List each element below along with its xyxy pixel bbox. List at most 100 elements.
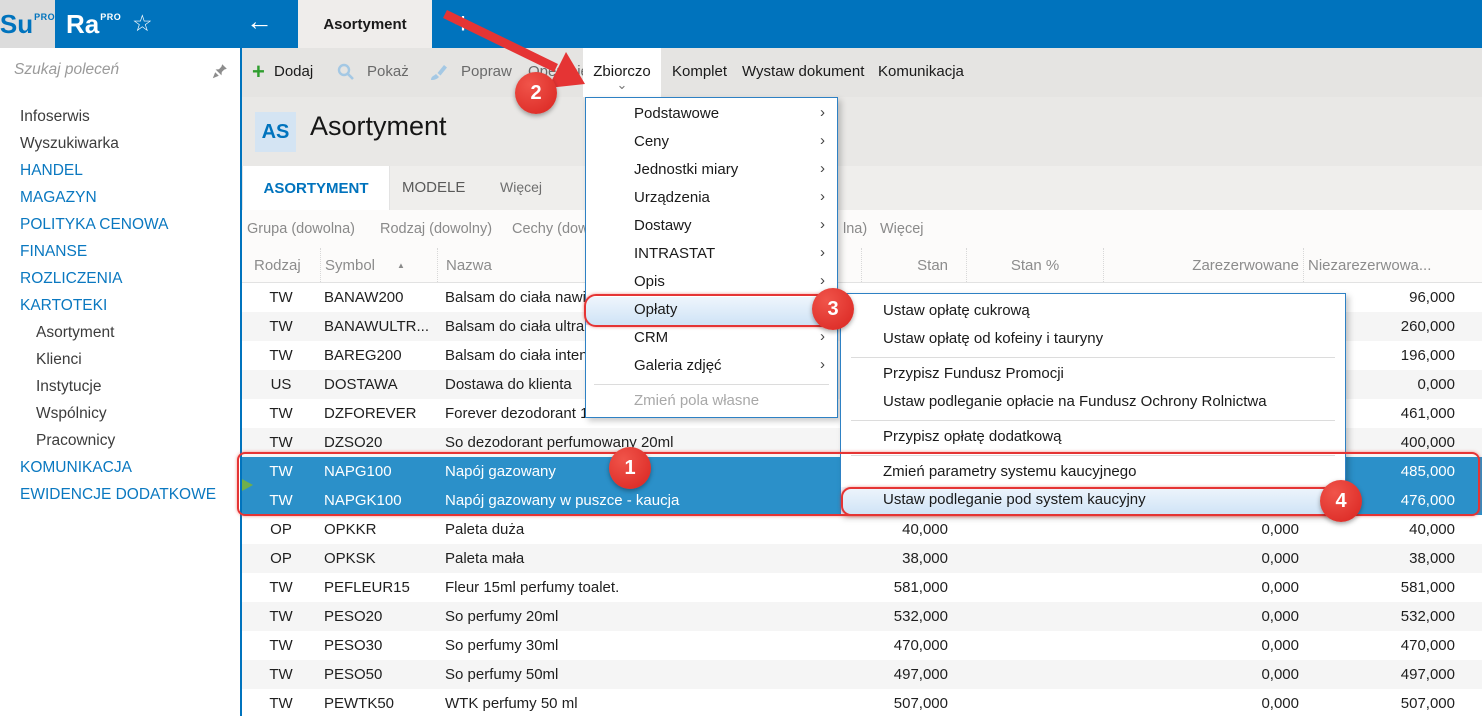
column-stan-pct[interactable]: Stan % [966,248,1103,282]
submenu-item-fundusz-promocji[interactable]: Przypisz Fundusz Promocji [841,361,1345,389]
cell-stan: 507,000 [861,695,966,712]
table-row[interactable]: OPOPKKRPaleta duża40,0000,00040,000 [242,515,1482,544]
sidebar-item-klienci[interactable]: Klienci [0,346,240,373]
sidebar-item-asortyment[interactable]: Asortyment [0,319,240,346]
table-row[interactable]: TWPEFLEUR15Fleur 15ml perfumy toalet.581… [242,573,1482,602]
cell-rodzaj: TW [242,434,320,451]
cell-niezarezerwowane: 581,000 [1303,579,1482,596]
cell-nazwa: So perfumy 20ml [437,608,861,625]
cell-rodzaj: TW [242,318,320,335]
submenu-arrow-icon: › [820,132,825,149]
cell-symbol: PEFLEUR15 [320,579,437,596]
column-rodzaj[interactable]: Rodzaj [242,248,320,282]
bulk-button[interactable]: Zbiorczo ⌄ [583,48,661,97]
menu-item-urzadzenia[interactable]: Urządzenia› [586,185,837,213]
filter-partial[interactable]: lna) [843,221,867,237]
communication-button[interactable]: Komunikacja [878,63,964,80]
menu-item-oplaty[interactable]: Opłaty› [586,297,837,325]
sidebar-item-handel[interactable]: HANDEL [0,157,240,184]
cell-symbol: BAREG200 [320,347,437,364]
submenu-arrow-icon: › [820,244,825,261]
column-zarezerwowane[interactable]: Zarezerwowane [1103,248,1303,282]
tab-asortyment[interactable]: ASORTYMENT [242,166,390,210]
sidebar-item-instytucje[interactable]: Instytucje [0,373,240,400]
new-tab-button[interactable]: + [432,0,494,48]
back-arrow-icon[interactable]: ← [246,6,273,37]
add-button[interactable]: Dodaj [274,63,313,80]
column-symbol[interactable]: Symbol ▲ [320,248,437,282]
cell-zarezerwowane: 0,000 [1103,579,1303,596]
menu-item-opis[interactable]: Opis› [586,269,837,297]
table-row[interactable]: TWPEWTK50WTK perfumy 50 ml507,0000,00050… [242,689,1482,716]
open-tab-asortyment[interactable]: Asortyment [298,0,432,48]
cell-rodzaj: US [242,376,320,393]
favorites-star-icon[interactable]: ☆ [132,10,153,37]
view-tabs: ASORTYMENT MODELE Więcej [242,166,1482,210]
filter-rodzaj[interactable]: Rodzaj (dowolny) [380,221,492,237]
sidebar-item-pracownicy[interactable]: Pracownicy [0,427,240,454]
cell-nazwa: Paleta duża [437,521,861,538]
filter-grupa[interactable]: Grupa (dowolna) [247,221,355,237]
search-input[interactable]: Szukaj poleceń [14,61,119,79]
submenu-item-oplata-dodatkowa[interactable]: Przypisz opłatę dodatkową [841,424,1345,452]
menu-item-zmien-pola-wlasne: Zmień pola własne [586,388,837,416]
submenu-item-kofeina-tauryna[interactable]: Ustaw opłatę od kofeiny i tauryny [841,326,1345,354]
sidebar-item-rozliczenia[interactable]: ROZLICZENIA [0,265,240,292]
column-stan[interactable]: Stan [861,248,966,282]
sidebar-item-wspolnicy[interactable]: Wspólnicy [0,400,240,427]
sidebar-item-wyszukiwarka[interactable]: Wyszukiwarka [0,130,240,157]
submenu-item-parametry-kaucyjnego[interactable]: Zmień parametry systemu kaucyjnego [841,459,1345,487]
sidebar-item-ewidencje-dodatkowe[interactable]: EWIDENCJE DODATKOWE [0,481,240,508]
add-icon: + [252,59,265,85]
sidebar-item-magazyn[interactable]: MAGAZYN [0,184,240,211]
menu-item-galeria-zdjec[interactable]: Galeria zdjęć› [586,353,837,381]
menu-separator [851,357,1335,358]
cell-rodzaj: OP [242,521,320,538]
submenu-item-system-kaucyjny[interactable]: Ustaw podleganie pod system kaucyjny [841,487,1345,515]
sidebar-item-infoserwis[interactable]: Infoserwis [0,103,240,130]
menu-item-ceny[interactable]: Ceny› [586,129,837,157]
brush-icon [430,63,448,81]
table-row[interactable]: TWPESO20So perfumy 20ml532,0000,000532,0… [242,602,1482,631]
cell-rodzaj: TW [242,695,320,712]
tab-more[interactable]: Więcej [500,179,542,195]
menu-item-intrastat[interactable]: INTRASTAT› [586,241,837,269]
cell-rodzaj: TW [242,608,320,625]
cell-symbol: PESO50 [320,666,437,683]
operations-button[interactable]: Operacje [528,63,589,80]
menu-item-jednostki-miary[interactable]: Jednostki miary› [586,157,837,185]
filter-more[interactable]: Więcej [880,221,924,237]
submenu-item-fundusz-ochrony-rolnictwa[interactable]: Ustaw podleganie opłacie na Fundusz Ochr… [841,389,1345,417]
sidebar-item-kartoteki[interactable]: KARTOTEKI [0,292,240,319]
sort-asc-icon: ▲ [397,261,405,270]
table-row[interactable]: TWPESO30So perfumy 30ml470,0000,000470,0… [242,631,1482,660]
command-search[interactable]: Szukaj poleceń [0,48,240,97]
table-row[interactable]: TWPESO50So perfumy 50ml497,0000,000497,0… [242,660,1482,689]
cell-zarezerwowane: 0,000 [1103,550,1303,567]
tab-modele[interactable]: MODELE [402,179,465,196]
sidebar-item-polityka-cenowa[interactable]: POLITYKA CENOWA [0,211,240,238]
sidebar-item-komunikacja[interactable]: KOMUNIKACJA [0,454,240,481]
filter-bar: Grupa (dowolna) Rodzaj (dowolny) Cechy (… [242,210,1482,248]
column-niezarezerwowane[interactable]: Niezarezerwowa... [1303,248,1482,282]
filter-cechy[interactable]: Cechy (dow [512,221,589,237]
table-row[interactable]: OPOPKSKPaleta mała38,0000,00038,000 [242,544,1482,573]
menu-item-crm[interactable]: CRM› [586,325,837,353]
current-row-marker [242,479,253,491]
app-switch-ra[interactable]: Ra PRO [66,0,121,48]
bulk-dropdown-menu: Podstawowe› Ceny› Jednostki miary› Urząd… [585,97,838,418]
edit-button[interactable]: Popraw [461,63,512,80]
cell-nazwa: Napój gazowany [437,463,861,480]
show-button[interactable]: Pokaż [367,63,409,80]
menu-item-podstawowe[interactable]: Podstawowe› [586,101,837,129]
app-switch-su[interactable]: Su PRO [0,0,55,48]
pin-icon[interactable] [212,63,228,84]
issue-document-button[interactable]: Wystaw dokument [742,63,864,80]
submenu-item-oplata-cukrowa[interactable]: Ustaw opłatę cukrową [841,298,1345,326]
menu-item-dostawy[interactable]: Dostawy› [586,213,837,241]
sidebar-item-finanse[interactable]: FINANSE [0,238,240,265]
cell-nazwa: WTK perfumy 50 ml [437,695,861,712]
komplet-button[interactable]: Komplet [672,63,727,80]
cell-rodzaj: TW [242,666,320,683]
submenu-arrow-icon: › [820,272,825,289]
